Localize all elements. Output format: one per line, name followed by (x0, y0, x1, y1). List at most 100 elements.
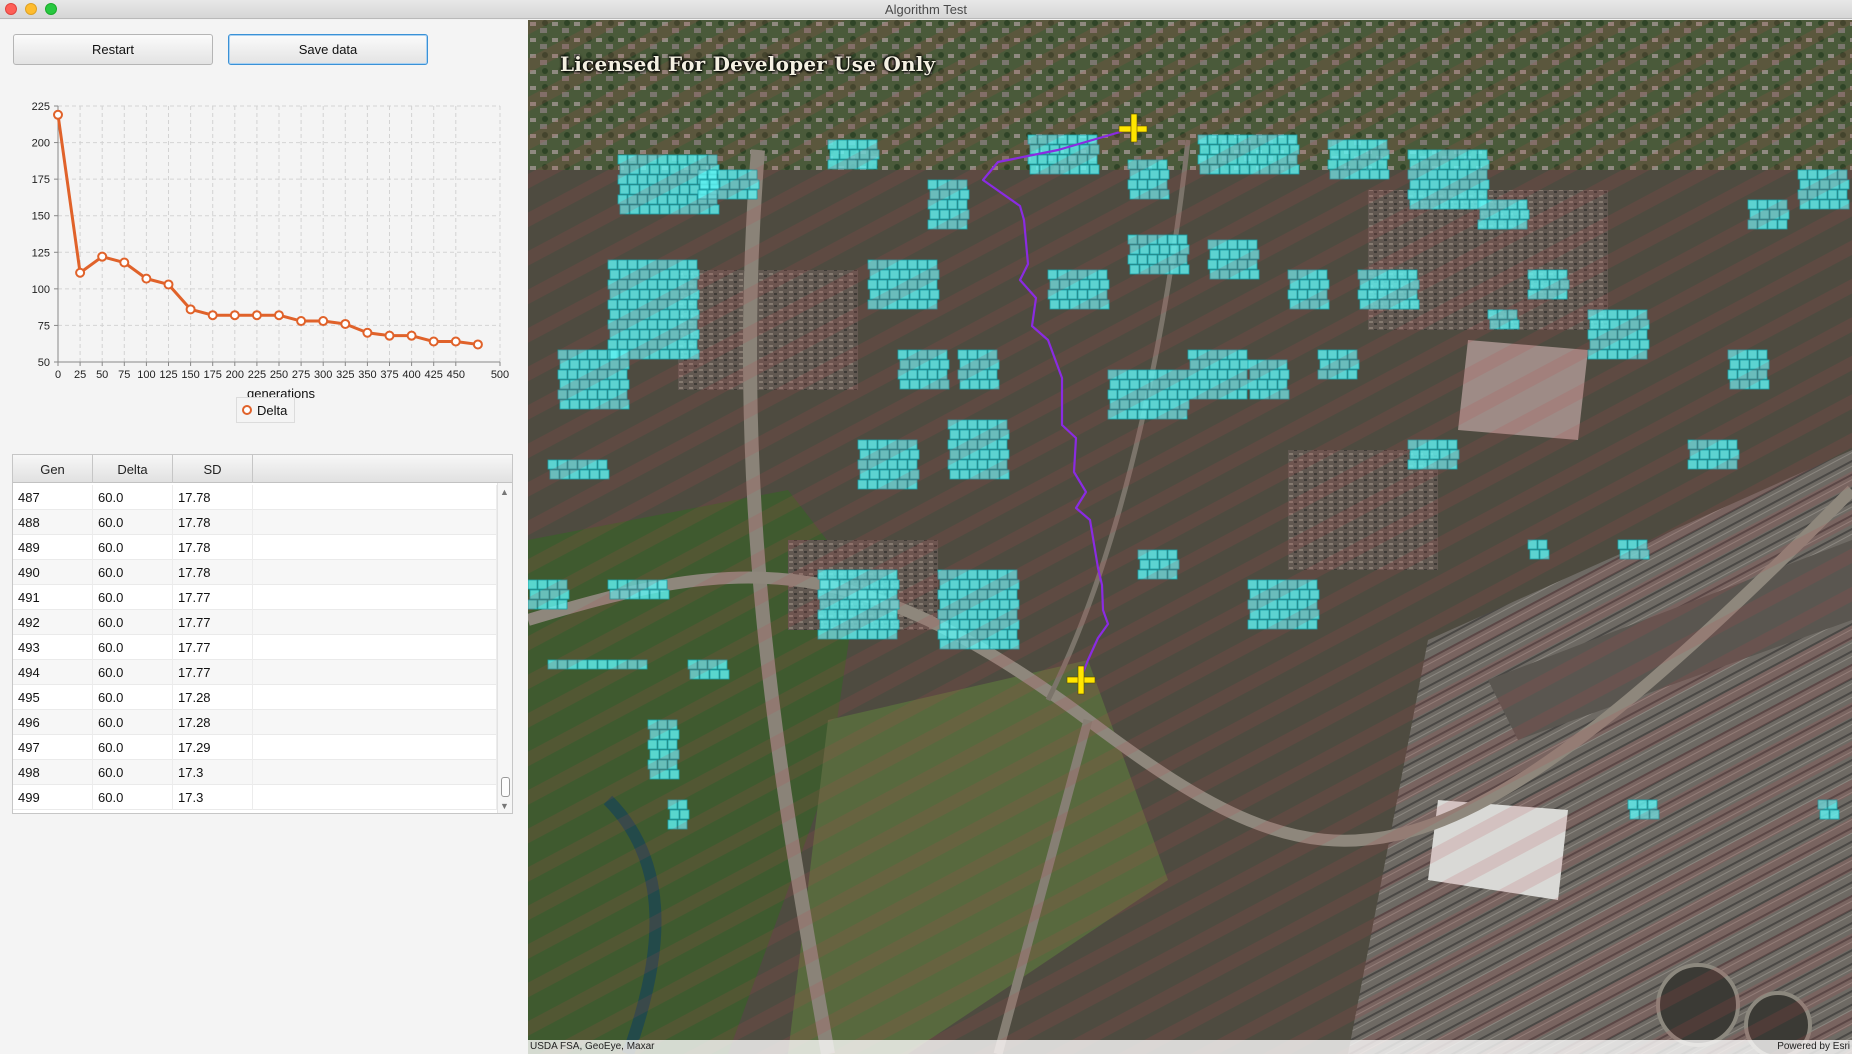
table-header: Gen Delta SD (13, 455, 512, 483)
x-tick-label: 425 (425, 369, 443, 381)
x-tick-label: 325 (336, 369, 354, 381)
cell-empty (253, 510, 497, 535)
cell-delta: 60.0 (93, 610, 173, 635)
cell-delta: 60.0 (93, 535, 173, 560)
cell-gen: 492 (13, 610, 93, 635)
x-tick-label: 50 (96, 369, 108, 381)
title-bar: Algorithm Test (0, 0, 1852, 19)
left-panel: Restart Save data 0 25 50 75 100 125 150 175 200… (0, 20, 528, 1054)
window-title: Algorithm Test (884, 2, 968, 17)
data-point-delta (229, 310, 240, 321)
cell-delta: 60.0 (93, 635, 173, 660)
x-tick-label: 450 (447, 369, 465, 381)
license-watermark: Licensed For Developer Use Only (560, 52, 936, 76)
cell-empty (253, 560, 497, 585)
x-tick-label: 300 (314, 369, 332, 381)
column-header-delta[interactable]: Delta (93, 455, 173, 483)
table-row[interactable]: 497 60.0 17.29 (13, 735, 497, 760)
data-point-delta (428, 336, 439, 347)
table-row[interactable]: 493 60.0 17.77 (13, 635, 497, 660)
table-row[interactable]: 489 60.0 17.78 (13, 535, 497, 560)
y-tick-label: 150 (32, 211, 50, 223)
results-table[interactable]: Gen Delta SD 487 60.0 17.78 488 60.0 17.78 489… (12, 454, 513, 814)
data-point-delta (450, 336, 461, 347)
save-data-button[interactable]: Save data (228, 34, 428, 65)
cell-empty (253, 485, 497, 510)
column-header-gen[interactable]: Gen (13, 455, 93, 483)
y-tick-label: 125 (32, 247, 50, 259)
x-tick-label: 175 (204, 369, 222, 381)
data-point-delta (340, 318, 351, 329)
table-row[interactable]: 494 60.0 17.77 (13, 660, 497, 685)
table-row[interactable]: 490 60.0 17.78 (13, 560, 497, 585)
cell-sd: 17.28 (173, 685, 253, 710)
cell-empty (253, 785, 497, 810)
y-tick-label: 75 (38, 320, 50, 332)
table-row[interactable]: 491 60.0 17.77 (13, 585, 497, 610)
cell-delta: 60.0 (93, 785, 173, 810)
map-view[interactable]: Licensed For Developer Use Only USDA FSA… (528, 20, 1852, 1054)
data-point-delta (274, 310, 284, 321)
x-tick-label: 125 (159, 369, 177, 381)
cell-gen: 490 (13, 560, 93, 585)
imagery-attribution[interactable]: USDA FSA, GeoEye, Maxar (530, 1041, 655, 1052)
cell-empty (253, 610, 497, 635)
data-point-delta (119, 257, 130, 268)
data-point-delta (97, 251, 108, 262)
cell-gen: 498 (13, 760, 93, 785)
cell-delta: 60.0 (93, 560, 173, 585)
cell-sd: 17.78 (173, 535, 253, 560)
cell-gen: 489 (13, 535, 93, 560)
cell-empty (253, 585, 497, 610)
data-point-delta (296, 316, 307, 327)
map-attribution-bar: USDA FSA, GeoEye, Maxar Powered by Esri (528, 1040, 1852, 1054)
data-point-delta (163, 279, 174, 290)
data-point-delta (251, 310, 262, 321)
cell-sd: 17.78 (173, 485, 253, 510)
cell-gen: 493 (13, 635, 93, 660)
cell-sd: 17.77 (173, 585, 253, 610)
data-point-delta (362, 327, 373, 338)
delta-line-chart: 0 25 50 75 100 125 150 175 200 225 250 275 300 325 350… (32, 101, 510, 401)
x-tick-label: 225 (248, 369, 266, 381)
cell-sd: 17.3 (173, 785, 253, 810)
cell-empty (253, 710, 497, 735)
table-row[interactable]: 495 60.0 17.28 (13, 685, 497, 710)
x-tick-label: 0 (55, 369, 61, 381)
x-tick-label: 250 (270, 369, 288, 381)
data-point-delta (207, 310, 218, 321)
table-row[interactable]: 499 60.0 17.3 (13, 785, 497, 810)
cell-sd: 17.28 (173, 710, 253, 735)
column-header-sd[interactable]: SD (173, 455, 253, 483)
y-tick-label: 200 (32, 138, 50, 150)
x-tick-label: 25 (74, 369, 86, 381)
y-tick-label: 225 (32, 101, 50, 113)
cell-gen: 499 (13, 785, 93, 810)
restart-button[interactable]: Restart (13, 34, 213, 65)
table-scrollbar[interactable]: ▲ ▼ (497, 483, 512, 813)
chart-legend[interactable]: Delta (236, 397, 296, 423)
scroll-up-icon[interactable]: ▲ (500, 487, 509, 497)
cell-sd: 17.78 (173, 510, 253, 535)
satellite-scene[interactable] (528, 20, 1852, 1054)
table-row[interactable]: 496 60.0 17.28 (13, 710, 497, 735)
scroll-down-icon[interactable]: ▼ (500, 801, 509, 811)
cell-sd: 17.77 (173, 635, 253, 660)
powered-by-attribution[interactable]: Powered by Esri (1777, 1041, 1850, 1052)
chart-grid (57, 105, 501, 363)
cell-gen: 496 (13, 710, 93, 735)
legend-marker-icon (242, 405, 252, 415)
table-row[interactable]: 492 60.0 17.77 (13, 610, 497, 635)
x-tick-label: 75 (118, 369, 130, 381)
scrollbar-thumb[interactable] (501, 777, 510, 797)
data-point-delta (384, 330, 395, 341)
cell-gen: 497 (13, 735, 93, 760)
x-tick-label: 100 (137, 369, 155, 381)
table-row[interactable]: 488 60.0 17.78 (13, 510, 497, 535)
table-row[interactable]: 498 60.0 17.3 (13, 760, 497, 785)
cell-sd: 17.78 (173, 560, 253, 585)
data-point-delta (318, 316, 329, 327)
data-point-delta (472, 339, 483, 350)
table-row[interactable]: 487 60.0 17.78 (13, 485, 497, 510)
y-tick-label: 100 (32, 284, 50, 296)
